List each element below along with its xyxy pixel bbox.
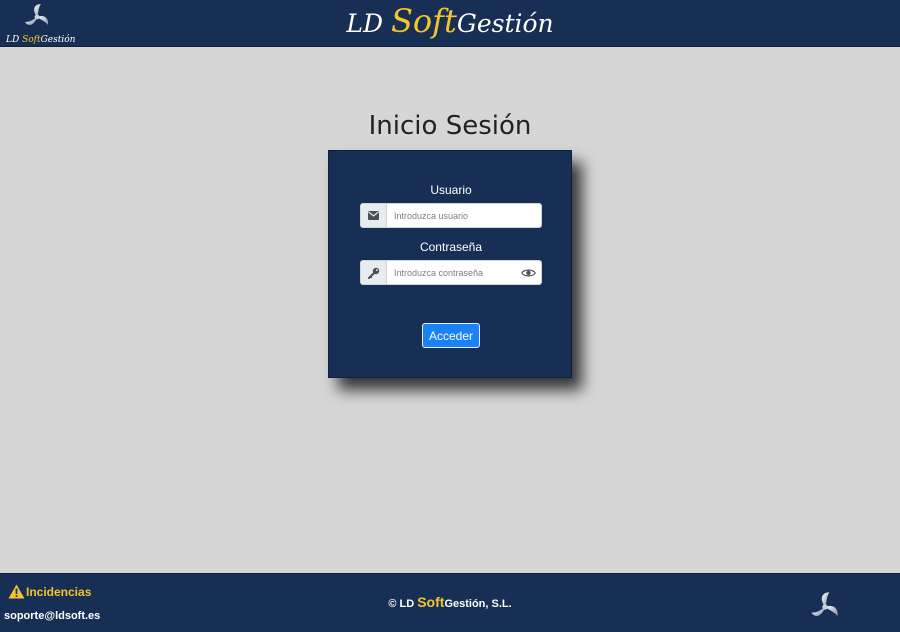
copyright-text: © LD SoftGestión, S.L. (388, 594, 512, 610)
brand-prefix: LD (346, 9, 391, 38)
login-submit-button[interactable]: Acceder (422, 323, 480, 348)
brand-soft: Soft (390, 2, 457, 40)
username-input[interactable] (387, 204, 541, 227)
key-icon (361, 261, 387, 284)
eye-icon[interactable] (515, 261, 541, 284)
brand-suffix: Gestión (456, 9, 554, 38)
bottom-footer: Incidencias soporte@ldsoft.es © LD SoftG… (0, 573, 900, 632)
propeller-logo-icon (811, 592, 838, 617)
username-input-group (360, 203, 542, 228)
support-email[interactable]: soporte@ldsoft.es (4, 610, 100, 622)
login-form: Usuario Contraseña Acceder (328, 150, 572, 378)
password-label: Contraseña (419, 240, 483, 254)
page-title: Inicio Sesión (368, 111, 532, 141)
envelope-icon (361, 204, 387, 227)
top-header: LD SoftGestión LD SoftGestión (0, 0, 900, 47)
username-label: Usuario (430, 183, 472, 197)
password-input-group (360, 260, 542, 285)
password-input[interactable] (387, 261, 515, 284)
brand-title: LD SoftGestión (0, 2, 900, 43)
